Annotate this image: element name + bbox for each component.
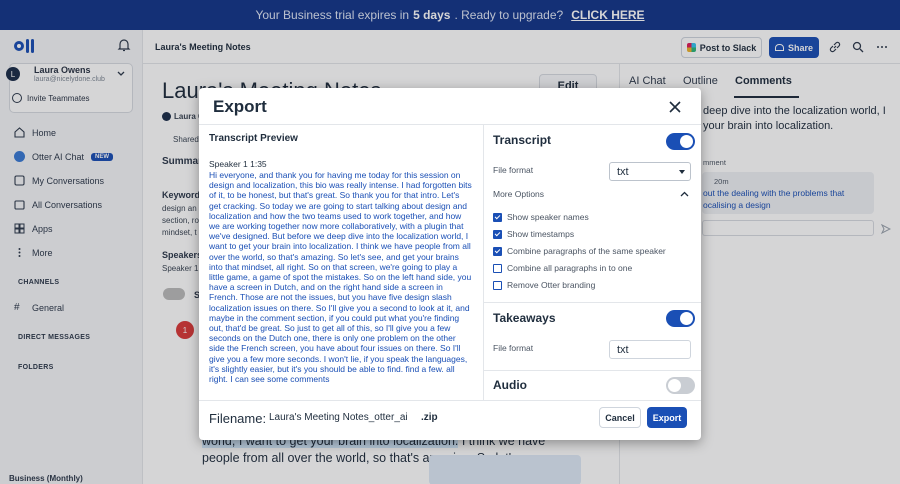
cancel-label: Cancel [605, 412, 635, 423]
option-remove-branding[interactable]: Remove Otter branding [493, 280, 595, 290]
option-show-speaker-names[interactable]: Show speaker names [493, 212, 589, 222]
option-label: Remove Otter branding [507, 280, 596, 290]
option-label: Combine all paragraphs in to one [507, 263, 633, 273]
more-options-label[interactable]: More Options [493, 189, 544, 199]
filename-row: Filename: Laura's Meeting Notes_otter_ai… [199, 400, 701, 440]
option-label: Show speaker names [507, 212, 589, 222]
takeaways-heading: Takeaways [493, 311, 556, 325]
transcript-format-value: txt [617, 166, 629, 178]
checkbox[interactable] [493, 246, 502, 256]
export-button[interactable]: Export [647, 407, 687, 428]
cancel-button[interactable]: Cancel [599, 407, 641, 428]
options-divider [483, 302, 701, 303]
option-combine-same-speaker[interactable]: Combine paragraphs of the same speaker [493, 246, 666, 256]
checkbox[interactable] [493, 212, 502, 222]
takeaways-format-label: File format [493, 343, 534, 353]
takeaways-format-value: txt [617, 344, 629, 356]
filename-label: Filename: [209, 411, 267, 426]
close-icon[interactable] [668, 100, 682, 114]
chevron-up-icon[interactable] [680, 191, 689, 197]
export-dialog: Export Transcript Preview Speaker 1 1:35… [199, 88, 701, 440]
caret-down-icon [679, 170, 685, 174]
preview-text: Hi everyone, and thank you for having me… [209, 170, 472, 385]
transcript-toggle[interactable] [666, 133, 695, 150]
column-divider [483, 125, 484, 400]
dialog-divider [199, 124, 701, 125]
option-label: Combine paragraphs of the same speaker [507, 246, 666, 256]
transcript-heading: Transcript [493, 133, 552, 147]
preview-heading: Transcript Preview [209, 133, 298, 144]
option-show-timestamps[interactable]: Show timestamps [493, 229, 574, 239]
export-label: Export [652, 412, 682, 423]
dialog-title: Export [213, 97, 267, 116]
options-divider [483, 370, 701, 371]
checkbox[interactable] [493, 263, 502, 273]
option-combine-all[interactable]: Combine all paragraphs in to one [493, 263, 632, 273]
transcript-format-label: File format [493, 165, 534, 175]
audio-heading: Audio [493, 378, 527, 392]
filename-extension: .zip [421, 412, 438, 423]
takeaways-toggle[interactable] [666, 310, 695, 327]
checkbox[interactable] [493, 280, 502, 290]
filename-input[interactable]: Laura's Meeting Notes_otter_ai [269, 412, 408, 423]
preview-speaker: Speaker 1 1:35 [209, 159, 267, 169]
audio-toggle[interactable] [666, 377, 695, 394]
option-label: Show timestamps [507, 229, 575, 239]
takeaways-format-select[interactable]: txt [609, 340, 691, 359]
checkbox[interactable] [493, 229, 502, 239]
transcript-format-select[interactable]: txt [609, 162, 691, 181]
